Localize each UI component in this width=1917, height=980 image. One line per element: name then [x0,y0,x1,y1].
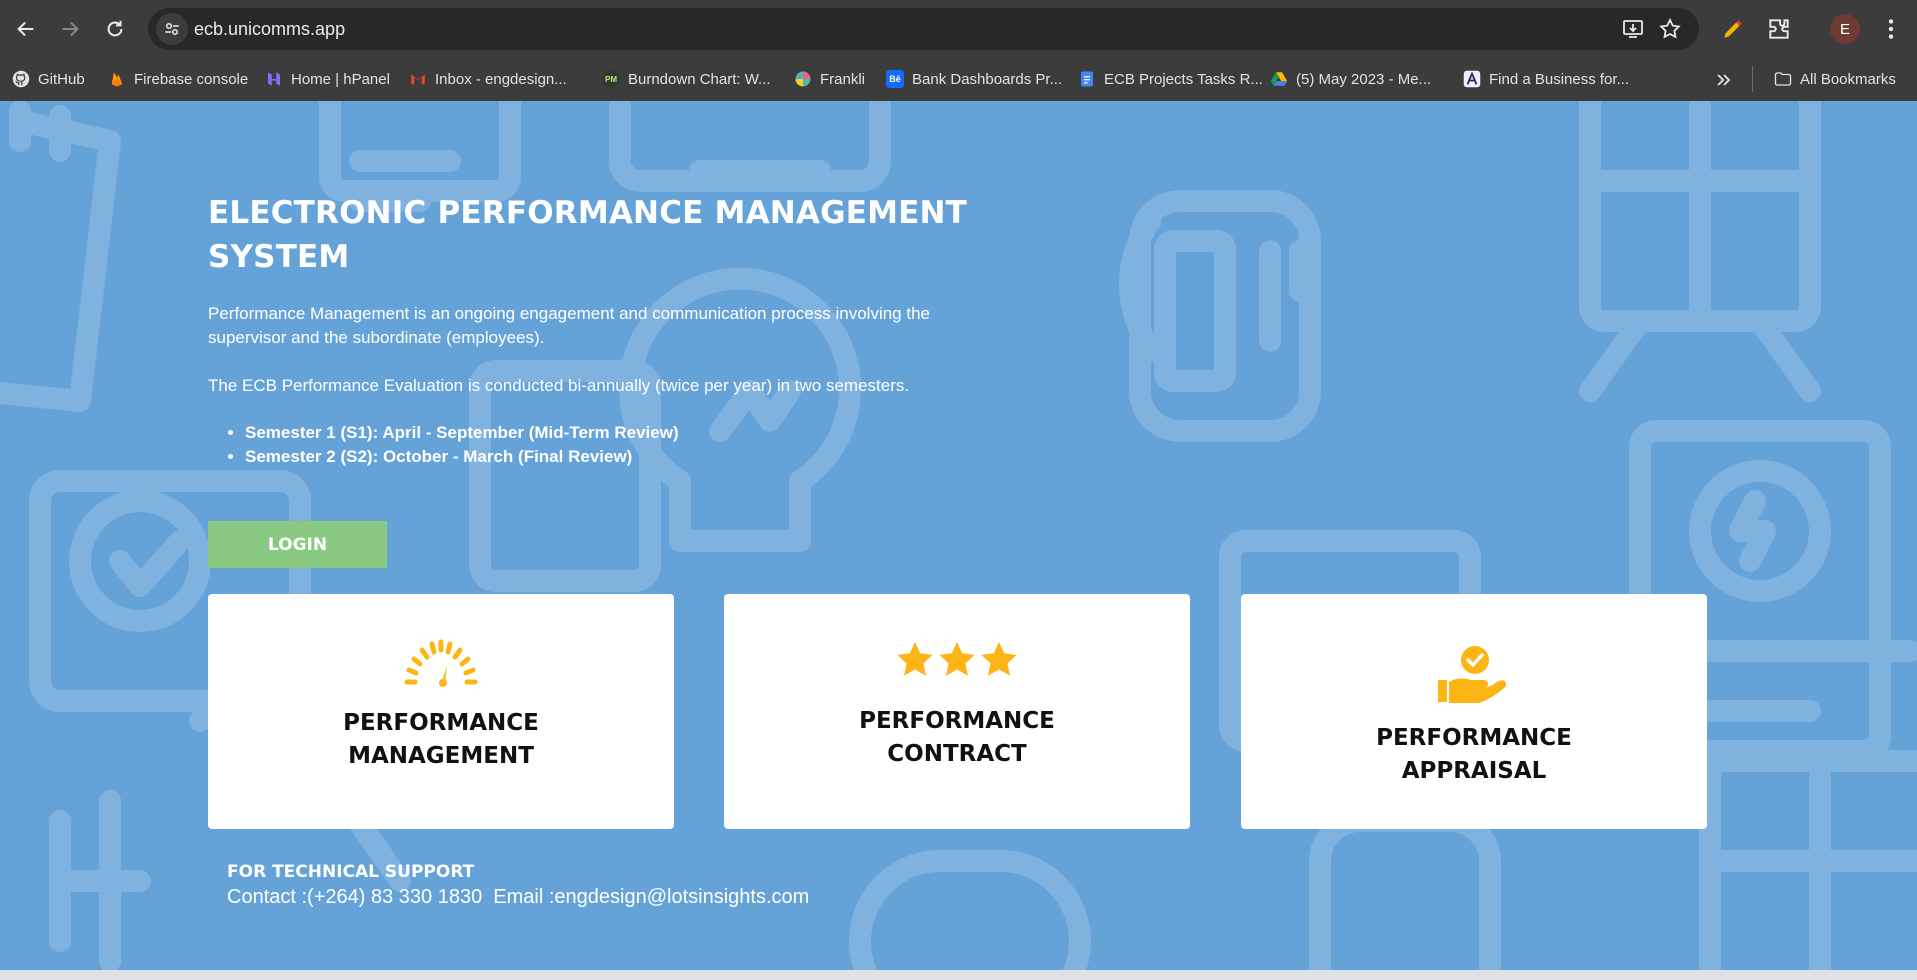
address-bar[interactable]: ecb.unicomms.app [148,8,1699,50]
gmail-icon [411,74,425,85]
bookmark-firebase[interactable]: Firebase console [108,67,248,91]
bookmark-label: (5) May 2023 - Me... [1296,70,1432,88]
bookmark-star-icon[interactable] [1658,17,1682,41]
bookmark-may-2023[interactable]: (5) May 2023 - Me... [1270,67,1431,91]
semester-item: Semester 2 (S2): October - March (Final … [245,445,679,469]
firebase-icon [111,72,123,87]
all-bookmarks-folder[interactable]: All Bookmarks [1774,67,1896,91]
bookmark-label: ECB Projects Tasks R... [1104,70,1263,88]
profile-avatar[interactable]: E [1830,14,1860,44]
card-title: PERFORMANCE CONTRACT [859,707,1055,767]
tune-icon [165,23,179,35]
github-icon [12,70,30,88]
install-app-icon[interactable] [1621,17,1645,41]
bookmark-label: Find a Business for... [1489,70,1630,88]
url-text[interactable]: ecb.unicomms.app [194,19,345,40]
frankli-icon [795,71,811,87]
kebab-menu-icon[interactable] [1878,16,1904,42]
evaluation-paragraph: The ECB Performance Evaluation is conduc… [208,376,910,395]
bookmark-github[interactable]: GitHub [12,67,85,91]
page-content: ELECTRONIC PERFORMANCE MANAGEMENT SYSTEM… [0,101,1917,970]
support-contact: Contact :(+264) 83 330 1830 Email :engde… [227,886,810,908]
bookmark-label: Burndown Chart: W... [628,70,771,88]
bookmark-find-business[interactable]: Find a Business for... [1463,67,1629,91]
bookmark-frankli[interactable]: Frankli [794,67,865,91]
semester-item: Semester 1 (S1): April - September (Mid-… [245,421,679,445]
speedometer-icon [404,639,478,687]
bookmark-gmail[interactable]: Inbox - engdesign... [409,67,567,91]
back-arrow-icon [17,21,34,37]
bookmarks-bar: GitHub Firebase console Home | hPanel In… [0,58,1917,101]
login-button[interactable]: LOGIN [208,521,387,568]
bottom-status-strip [0,970,1917,980]
card-icon-wrapper [894,631,1020,691]
card-performance-contract[interactable]: PERFORMANCE CONTRACT [724,594,1190,829]
card-icon-wrapper [1434,644,1514,708]
bookmark-label: Inbox - engdesign... [435,70,567,88]
bookmark-label: GitHub [38,70,85,88]
folder-icon [1774,72,1792,86]
card-icon-wrapper [401,633,481,693]
page-title: ELECTRONIC PERFORMANCE MANAGEMENT SYSTEM [208,195,968,275]
support-heading: FOR TECHNICAL SUPPORT [227,862,475,882]
extensions-puzzle-icon[interactable] [1766,16,1792,42]
behance-icon: Bē [886,70,904,88]
chevron-double-right-icon[interactable] [1714,70,1734,90]
three-stars-icon [897,641,1017,676]
bookmarks-divider [1752,66,1753,92]
bookmark-behance[interactable]: Bē Bank Dashboards Pr... [886,67,1062,91]
forward-button[interactable] [55,14,85,44]
pen-extension-icon[interactable] [1720,16,1746,42]
intro-paragraph: Performance Management is an ongoing eng… [208,304,930,347]
card-title: PERFORMANCE MANAGEMENT [343,709,539,769]
bookmark-label: Frankli [820,70,866,88]
business-icon [1463,70,1481,88]
card-performance-appraisal[interactable]: PERFORMANCE APPRAISAL [1241,594,1707,829]
hostinger-icon [268,72,280,86]
bookmark-hpanel[interactable]: Home | hPanel [265,67,390,91]
pm-icon: PM [602,70,620,88]
bookmark-ecb-projects[interactable]: ECB Projects Tasks R... [1078,67,1263,91]
bookmark-burndown[interactable]: PM Burndown Chart: W... [602,67,771,91]
all-bookmarks-label: All Bookmarks [1800,70,1896,88]
google-docs-icon [1081,71,1093,87]
semester-list: Semester 1 (S1): April - September (Mid-… [245,421,679,469]
bookmark-label: Firebase console [134,70,249,88]
back-button[interactable] [11,14,41,44]
forward-arrow-icon [62,21,79,37]
card-title: PERFORMANCE APPRAISAL [1376,724,1572,784]
reload-icon [107,20,123,37]
reload-button[interactable] [100,14,130,44]
card-performance-management[interactable]: PERFORMANCE MANAGEMENT [208,594,674,829]
bookmark-label: Home | hPanel [291,70,390,88]
bookmark-label: Bank Dashboards Pr... [912,70,1063,88]
site-info-button[interactable] [156,13,188,45]
hand-check-icon [1438,645,1507,703]
google-drive-icon [1270,72,1288,86]
browser-toolbar: ecb.unicomms.app E [0,0,1917,58]
